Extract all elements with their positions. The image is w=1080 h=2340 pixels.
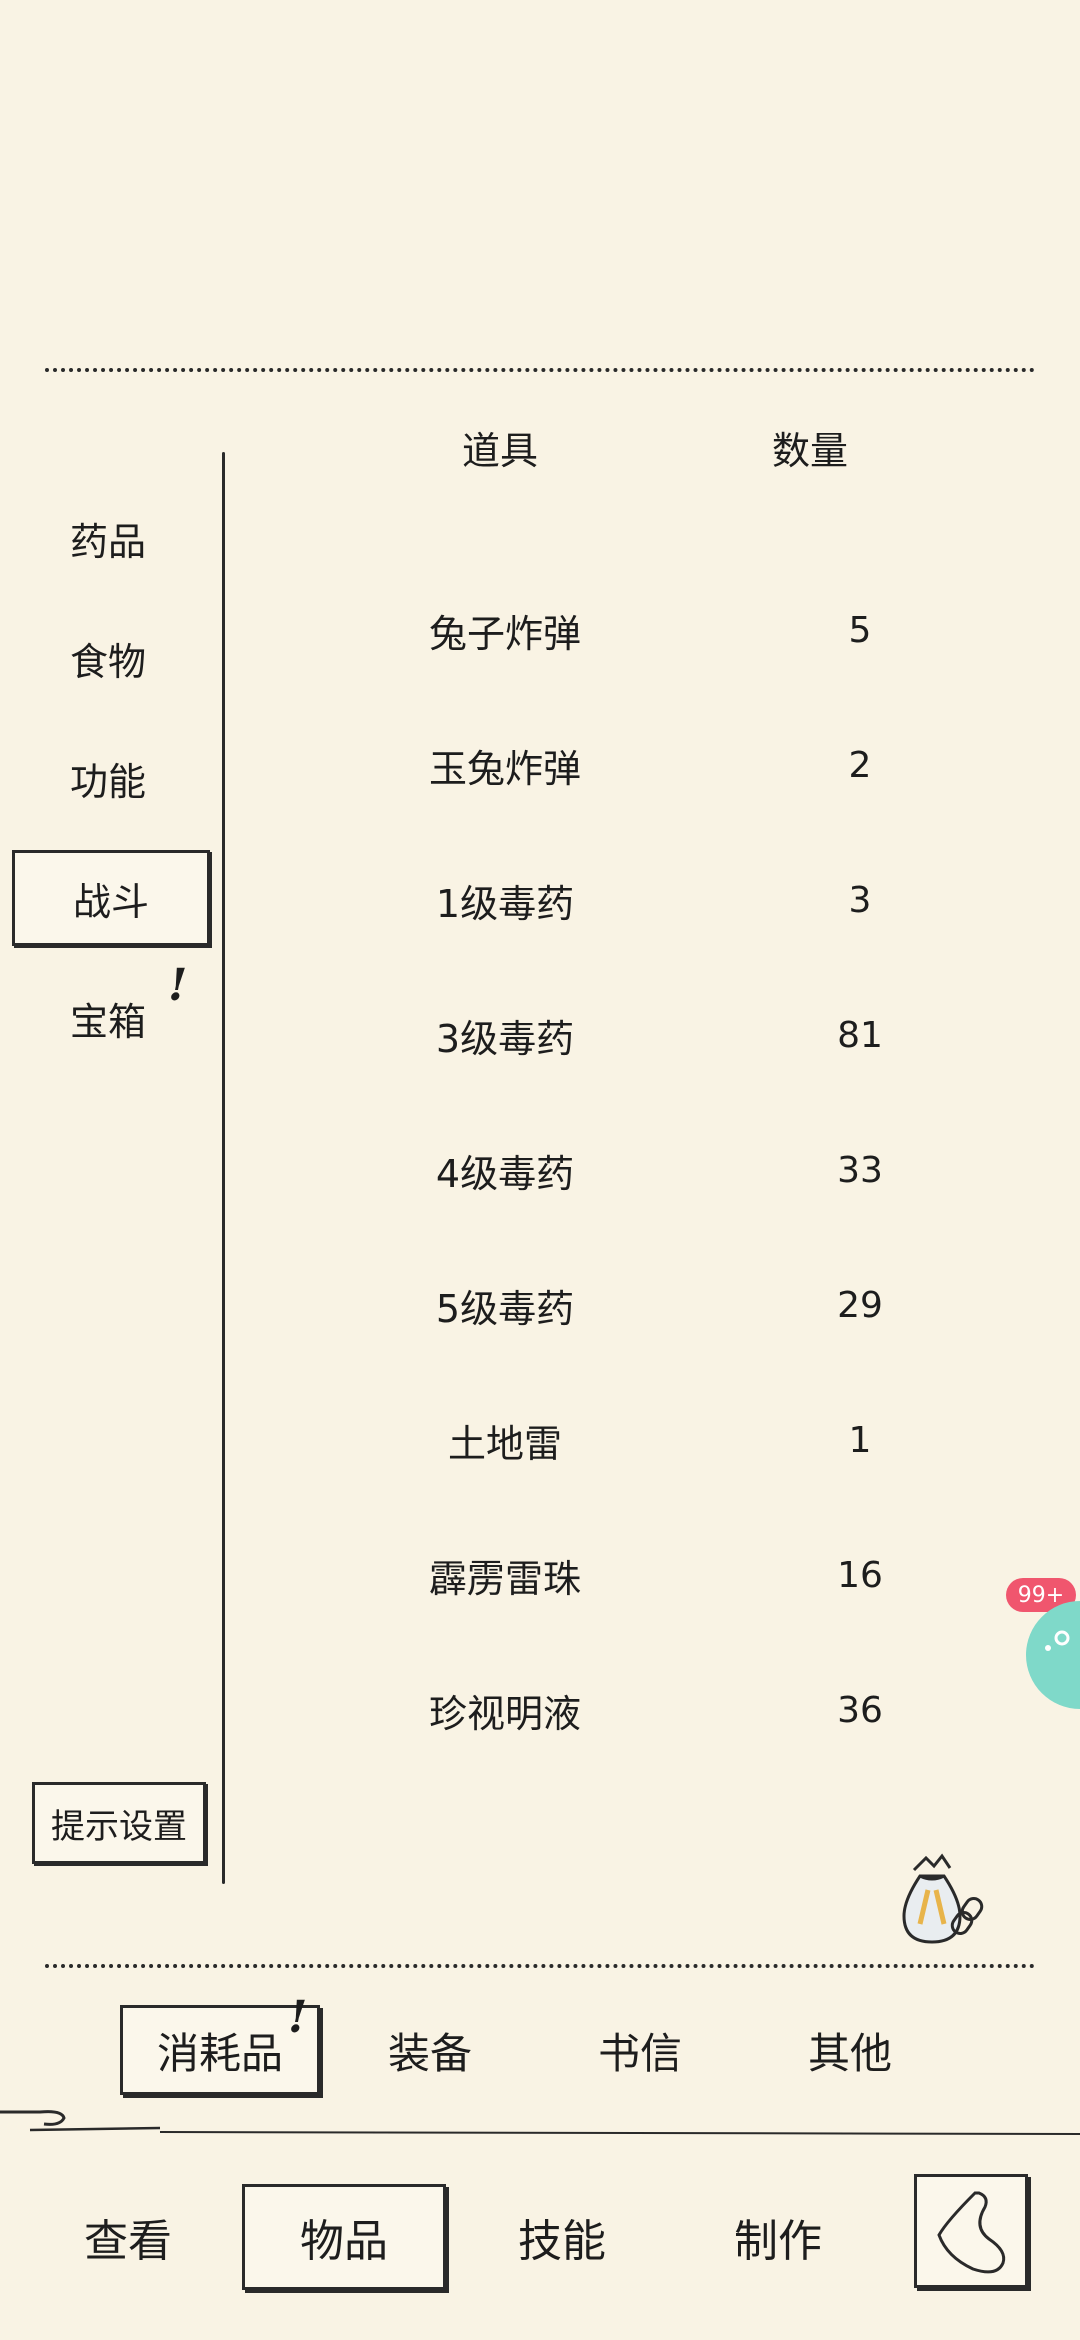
item-name: 4级毒药 bbox=[435, 1151, 575, 1196]
subtab-equipment[interactable]: 装备 bbox=[330, 2005, 530, 2095]
item-quantity: 29 bbox=[837, 1284, 883, 1326]
item-quantity: 36 bbox=[837, 1689, 883, 1731]
nav-skills[interactable]: 技能 bbox=[460, 2184, 664, 2290]
consumables-alert-icon: ! bbox=[288, 1992, 308, 2043]
table-row[interactable]: 珍视明液 36 bbox=[230, 1665, 990, 1755]
category-medicine[interactable]: 药品 bbox=[12, 490, 210, 586]
category-label: 宝箱 bbox=[70, 999, 147, 1044]
category-divider bbox=[222, 452, 225, 1884]
top-divider bbox=[45, 368, 1035, 372]
nav-items[interactable]: 物品 bbox=[242, 2184, 446, 2290]
subtab-other[interactable]: 其他 bbox=[750, 2005, 950, 2095]
category-battle[interactable]: 战斗 bbox=[12, 850, 210, 946]
floating-assistant-icon[interactable] bbox=[1022, 1600, 1080, 1710]
chest-alert-icon: ! bbox=[168, 960, 188, 1011]
category-label: 食物 bbox=[70, 639, 147, 684]
column-header-quantity: 数量 bbox=[771, 429, 848, 473]
back-button[interactable] bbox=[914, 2174, 1028, 2288]
item-name: 3级毒药 bbox=[435, 1016, 575, 1061]
category-label: 药品 bbox=[70, 519, 147, 564]
item-name: 霹雳雷珠 bbox=[428, 1556, 581, 1601]
table-row[interactable]: 4级毒药 33 bbox=[230, 1125, 990, 1215]
back-arrow-icon bbox=[937, 2191, 1006, 2274]
category-function[interactable]: 功能 bbox=[12, 730, 210, 826]
table-row[interactable]: 霹雳雷珠 16 bbox=[230, 1530, 990, 1620]
item-name: 兔子炸弹 bbox=[428, 611, 581, 656]
category-label: 战斗 bbox=[73, 879, 150, 924]
column-header-item: 道具 bbox=[461, 429, 538, 473]
table-row[interactable]: 兔子炸弹 5 bbox=[230, 585, 990, 675]
item-quantity: 2 bbox=[848, 744, 872, 786]
item-name: 土地雷 bbox=[447, 1421, 562, 1466]
brush-stroke-divider bbox=[0, 2110, 1080, 2135]
item-quantity: 3 bbox=[848, 879, 872, 921]
tip-settings-button[interactable]: 提示设置 bbox=[32, 1782, 206, 1864]
item-quantity: 16 bbox=[837, 1554, 883, 1596]
subtab-letters[interactable]: 书信 bbox=[540, 2005, 740, 2095]
item-quantity: 1 bbox=[848, 1419, 872, 1461]
loot-bag-icon[interactable] bbox=[884, 1850, 994, 1950]
nav-view[interactable]: 查看 bbox=[26, 2184, 230, 2290]
category-food[interactable]: 食物 bbox=[12, 610, 210, 706]
table-row[interactable]: 玉兔炸弹 2 bbox=[230, 720, 990, 810]
table-row[interactable]: 1级毒药 3 bbox=[230, 855, 990, 945]
table-row[interactable]: 土地雷 1 bbox=[230, 1395, 990, 1485]
bottom-divider bbox=[45, 1964, 1035, 1968]
category-label: 功能 bbox=[70, 759, 147, 804]
table-row[interactable]: 3级毒药 81 bbox=[230, 990, 990, 1080]
item-name: 玉兔炸弹 bbox=[428, 746, 581, 791]
item-quantity: 33 bbox=[837, 1149, 883, 1191]
item-quantity: 81 bbox=[837, 1014, 883, 1056]
item-name: 珍视明液 bbox=[428, 1691, 581, 1736]
item-name: 5级毒药 bbox=[435, 1286, 575, 1331]
table-row[interactable]: 5级毒药 29 bbox=[230, 1260, 990, 1350]
item-quantity: 5 bbox=[848, 609, 872, 651]
item-name: 1级毒药 bbox=[435, 881, 575, 926]
nav-crafting[interactable]: 制作 bbox=[676, 2184, 880, 2290]
